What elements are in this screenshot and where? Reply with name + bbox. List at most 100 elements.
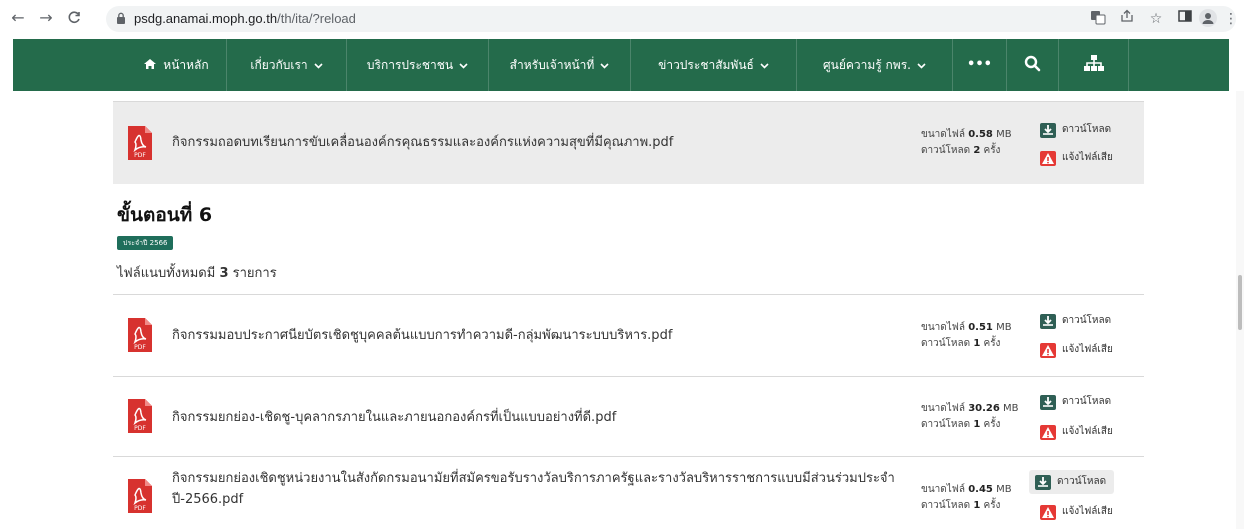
chevron-down-icon [917,41,926,93]
size-unit: MB [996,129,1012,140]
file-name-line-1: กิจกรรมยกย่องเชิดชูหน่วยงานในสังกัดกรมอน… [172,471,895,486]
report-label: แจ้งไฟล์เสีย [1062,506,1113,517]
nav-home-label: หน้าหลัก [163,58,209,72]
size-unit: MB [996,484,1012,495]
nav-knowledge-label: ศูนย์ความรู้ กพร. [823,58,911,72]
address-bar[interactable]: psdg.anamai.moph.go.th/th/ita/?reload [106,6,1236,32]
size-label: ขนาดไฟล์ [921,484,966,495]
size-value: 0.58 [968,129,993,140]
bookmark-star-icon[interactable]: ☆ [1146,9,1166,29]
profile-avatar-icon[interactable] [1199,9,1217,27]
scrollbar-thumb[interactable] [1238,275,1242,330]
download-count-unit: ครั้ง [983,500,1001,511]
attachment-count: ไฟล์แนบทั้งหมดมี 3 รายการ [117,262,277,283]
download-label: ดาวน์โหลด [1057,476,1107,487]
browser-toolbar: ← → psdg.anamai.moph.go.th/th/ita/?reloa… [0,0,1244,37]
download-count-unit: ครั้ง [983,338,1001,349]
nav-services[interactable]: บริการประชาชน [347,39,489,91]
svg-text:PDF: PDF [134,152,146,159]
sitemap-button[interactable] [1059,39,1129,91]
chevron-down-icon [314,41,323,93]
size-label: ขนาดไฟล์ [921,129,966,140]
file-row: PDF กิจกรรมมอบประกาศนียบัตรเชิดชูบุคคลต้… [113,294,1144,376]
download-icon [1040,394,1056,410]
nav-staff-label: สำหรับเจ้าหน้าที่ [509,58,595,72]
nav-staff[interactable]: สำหรับเจ้าหน้าที่ [489,39,631,91]
year-badge: ประจำปี 2566 [117,236,174,250]
svg-text:PDF: PDF [134,344,146,351]
download-button[interactable]: ดาวน์โหลด [1029,470,1115,494]
file-name-line-2: ปี-2566.pdf [172,492,244,507]
download-button[interactable]: ดาวน์โหลด [1040,311,1111,331]
translate-icon[interactable] [1088,9,1108,29]
size-value: 0.51 [968,322,993,333]
size-label: ขนาดไฟล์ [921,322,966,333]
nav-about[interactable]: เกี่ยวกับเรา [227,39,347,91]
report-broken-file-button[interactable]: แจ้งไฟล์เสีย [1040,502,1113,522]
pdf-file-icon: PDF [128,479,152,513]
url-path: /th/ita/?reload [277,11,356,26]
nav-news-label: ข่าวประชาสัมพันธ์ [658,58,754,72]
report-label: แจ้งไฟล์เสีย [1062,152,1113,163]
nav-about-label: เกี่ยวกับเรา [250,58,308,72]
section-title: ขั้นตอนที่ 6 [117,204,213,226]
file-meta: ขนาดไฟล์ 0.51 MB ดาวน์โหลด 1 ครั้ง [921,320,1031,352]
warning-icon [1040,504,1056,520]
download-count-unit: ครั้ง [983,419,1001,430]
main-navbar: หน้าหลัก เกี่ยวกับเรา บริการประชาชน สำหร… [13,39,1229,91]
report-broken-file-button[interactable]: แจ้งไฟล์เสีย [1040,148,1113,168]
download-label: ดาวน์โหลด [1062,396,1112,407]
download-button[interactable]: ดาวน์โหลด [1040,392,1111,412]
home-icon [143,39,157,91]
side-panel-icon[interactable] [1175,9,1195,29]
file-row: PDF กิจกรรมยกย่อง-เชิดชู-บุคลากรภายในและ… [113,376,1144,456]
download-count: 1 [973,338,981,349]
browser-menu-icon[interactable]: ⋮ [1224,9,1238,29]
download-count: 1 [973,500,981,511]
forward-icon[interactable]: → [36,8,56,28]
pdf-file-icon: PDF [128,126,152,160]
size-unit: MB [996,322,1012,333]
total-suffix: รายการ [232,266,277,281]
file-meta: ขนาดไฟล์ 0.58 MB ดาวน์โหลด 2 ครั้ง [921,127,1031,159]
report-label: แจ้งไฟล์เสีย [1062,426,1113,437]
page-content: PDF กิจกรรมถอดบทเรียนการขับเคลื่อนองค์กร… [0,91,1244,529]
svg-text:PDF: PDF [134,505,146,512]
file-name[interactable]: กิจกรรมยกย่องเชิดชูหน่วยงานในสังกัดกรมอน… [172,468,912,510]
lock-icon [117,12,125,24]
site-header: หน้าหลัก เกี่ยวกับเรา บริการประชาชน สำหร… [0,37,1244,91]
file-name[interactable]: กิจกรรมถอดบทเรียนการขับเคลื่อนองค์กรคุณธ… [172,132,673,153]
chevron-down-icon [600,41,609,93]
nav-more-button[interactable]: ••• [953,39,1007,91]
svg-text:PDF: PDF [134,425,146,432]
file-row: PDF กิจกรรมถอดบทเรียนการขับเคลื่อนองค์กร… [113,101,1144,184]
size-value: 0.45 [968,484,993,495]
download-count-label: ดาวน์โหลด [921,145,971,156]
nav-home[interactable]: หน้าหลัก [126,39,227,91]
sitemap-icon [1083,55,1104,72]
nav-news[interactable]: ข่าวประชาสัมพันธ์ [631,39,797,91]
download-count-label: ดาวน์โหลด [921,500,971,511]
report-broken-file-button[interactable]: แจ้งไฟล์เสีย [1040,422,1113,442]
download-button[interactable]: ดาวน์โหลด [1040,120,1111,140]
reload-icon[interactable] [64,8,84,28]
warning-icon [1040,342,1056,358]
file-name[interactable]: กิจกรรมมอบประกาศนียบัตรเชิดชูบุคคลต้นแบบ… [172,325,672,346]
size-unit: MB [1003,403,1019,414]
url-text: psdg.anamai.moph.go.th/th/ita/?reload [134,11,356,26]
download-count-label: ดาวน์โหลด [921,419,971,430]
report-broken-file-button[interactable]: แจ้งไฟล์เสีย [1040,340,1113,360]
download-count: 2 [973,145,981,156]
warning-icon [1040,424,1056,440]
nav-knowledge[interactable]: ศูนย์ความรู้ กพร. [797,39,953,91]
file-row: PDF กิจกรรมยกย่องเชิดชูหน่วยงานในสังกัดก… [113,456,1144,529]
chevron-down-icon [760,41,769,93]
search-button[interactable] [1007,39,1059,91]
report-label: แจ้งไฟล์เสีย [1062,344,1113,355]
size-label: ขนาดไฟล์ [921,403,966,414]
download-count-label: ดาวน์โหลด [921,338,971,349]
share-icon[interactable] [1117,9,1137,29]
file-meta: ขนาดไฟล์ 30.26 MB ดาวน์โหลด 1 ครั้ง [921,401,1031,433]
back-icon[interactable]: ← [8,8,28,28]
file-name[interactable]: กิจกรรมยกย่อง-เชิดชู-บุคลากรภายในและภายน… [172,407,616,428]
